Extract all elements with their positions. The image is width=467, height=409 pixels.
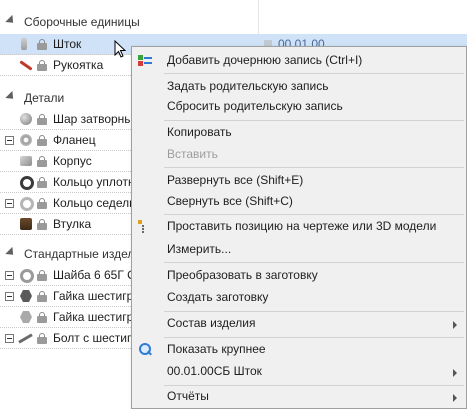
ball-icon (18, 112, 34, 126)
ring-icon (18, 196, 34, 211)
submenu-arrow-icon (453, 321, 457, 329)
handle-icon (18, 58, 34, 72)
lock-icon (37, 218, 47, 230)
menu-item-label: Свернуть все (Shift+C) (167, 194, 293, 208)
menu-item-copy[interactable]: Копировать (133, 122, 465, 144)
menu-item-measure[interactable]: Измерить... (133, 239, 465, 261)
expander-placeholder (5, 61, 14, 70)
bolt-icon (18, 331, 34, 345)
menu-item-set-parent[interactable]: Задать родительскую запись (133, 76, 465, 98)
menu-separator (164, 120, 464, 121)
menu-item-label: Копировать (167, 125, 232, 139)
bushing-icon (18, 217, 34, 231)
lock-icon (37, 332, 47, 344)
add-child-record-icon (138, 54, 154, 68)
lock-icon (37, 290, 47, 302)
menu-separator (164, 337, 464, 338)
flange-icon (18, 133, 34, 147)
menu-item-expand-all[interactable]: Развернуть все (Shift+E) (133, 170, 465, 192)
menu-item-label: Проставить позицию на чертеже или 3D мод… (167, 219, 437, 233)
washer-icon (18, 268, 34, 283)
expand-toggle-icon[interactable] (5, 135, 14, 145)
expand-toggle-icon[interactable] (5, 198, 14, 208)
nut-icon (18, 289, 34, 303)
menu-separator (164, 73, 464, 74)
collapse-arrow-icon[interactable] (5, 14, 17, 27)
lock-icon (37, 59, 47, 71)
lock-icon (37, 176, 47, 188)
menu-item-convert-to-blank[interactable]: Преобразовать в заготовку (133, 265, 465, 287)
menu-item-label: Добавить дочернюю запись (Ctrl+I) (167, 53, 363, 67)
lock-icon (37, 113, 47, 125)
expand-toggle-icon[interactable] (5, 333, 14, 343)
menu-item-label: Задать родительскую запись (167, 79, 329, 93)
menu-item-reset-parent[interactable]: Сбросить родительскую запись (133, 96, 465, 118)
menu-separator (164, 167, 464, 168)
expander-placeholder (5, 157, 14, 166)
group-assemblies[interactable]: Сборочные единицы (0, 13, 467, 31)
menu-item-label: Измерить... (167, 242, 232, 256)
magnifier-icon (138, 343, 154, 357)
expander-placeholder (5, 40, 14, 49)
lock-icon (37, 134, 47, 146)
collapse-arrow-icon[interactable] (5, 246, 17, 259)
expand-toggle-icon[interactable] (5, 291, 14, 301)
body-icon (18, 154, 34, 168)
collapse-arrow-icon[interactable] (5, 90, 17, 103)
group-label: Детали (24, 91, 65, 105)
menu-item-composition[interactable]: Состав изделия (133, 313, 465, 335)
menu-item-add-child[interactable]: Добавить дочернюю запись (Ctrl+I) (133, 50, 465, 72)
context-menu: Добавить дочернюю запись (Ctrl+I) Задать… (131, 46, 467, 409)
menu-separator (164, 311, 464, 312)
position-markers-icon (138, 220, 154, 234)
expander-placeholder (5, 220, 14, 229)
menu-item-label: Отчёты (167, 389, 209, 403)
ring-icon (18, 175, 34, 190)
shaft-icon (18, 37, 34, 51)
lock-icon (37, 197, 47, 209)
menu-item-collapse-all[interactable]: Свернуть все (Shift+C) (133, 191, 465, 213)
lock-icon (37, 155, 47, 167)
expander-placeholder (5, 178, 14, 187)
menu-separator (164, 262, 464, 263)
menu-item-label: Вставить (167, 147, 218, 161)
expander-placeholder (5, 313, 14, 322)
expander-placeholder (5, 115, 14, 124)
menu-item-paste: Вставить (133, 144, 465, 166)
lock-icon (37, 269, 47, 281)
nut-icon (18, 310, 34, 324)
menu-item-place-position[interactable]: Проставить позицию на чертеже или 3D мод… (133, 216, 465, 238)
group-label: Сборочные единицы (24, 15, 140, 29)
menu-item-label: Преобразовать в заготовку (167, 268, 318, 282)
menu-item-label: Сбросить родительскую запись (167, 99, 343, 113)
expand-toggle-icon[interactable] (5, 270, 14, 280)
submenu-arrow-icon (453, 369, 457, 377)
lock-icon (37, 311, 47, 323)
menu-item-create-blank[interactable]: Создать заготовку (133, 287, 465, 309)
group-label: Стандартные изделия (24, 247, 148, 261)
menu-item-label: 00.01.00СБ Шток (167, 364, 262, 378)
menu-item-reports[interactable]: Отчёты (133, 386, 465, 408)
menu-item-label: Состав изделия (167, 316, 256, 330)
menu-item-label: Создать заготовку (167, 290, 269, 304)
menu-item-label: Показать крупнее (167, 342, 266, 356)
menu-separator (164, 214, 464, 215)
menu-item-assembly-ref[interactable]: 00.01.00СБ Шток (133, 361, 465, 383)
menu-item-show-larger[interactable]: Показать крупнее (133, 339, 465, 361)
menu-item-label: Развернуть все (Shift+E) (167, 173, 304, 187)
lock-icon (37, 38, 47, 50)
mouse-cursor-icon (114, 40, 126, 58)
submenu-arrow-icon (453, 394, 457, 402)
